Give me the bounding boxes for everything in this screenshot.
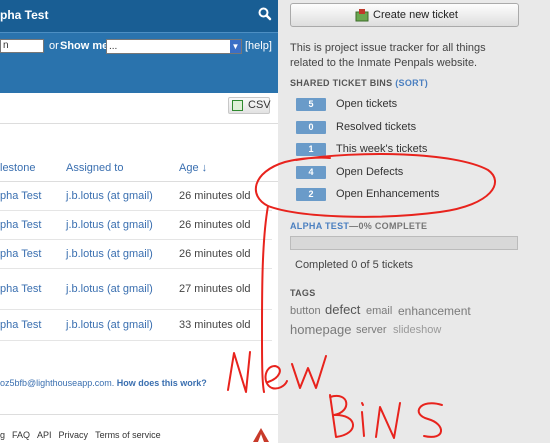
annotation-letter-s (417, 402, 443, 438)
bins-heading-text: SHARED TICKET BINS (290, 78, 393, 88)
footer-link[interactable]: g (0, 430, 5, 440)
table-row[interactable]: pha Test j.b.lotus (at gmail) 26 minutes… (0, 182, 272, 211)
annotation-letter-b (329, 394, 354, 438)
lighthouse-logo-icon (253, 428, 269, 442)
footer-link-terms[interactable]: Terms of service (95, 430, 161, 440)
bin-label[interactable]: Open Defects (336, 166, 403, 178)
project-header-bar: pha Test (0, 0, 278, 32)
bin-label[interactable]: Open tickets (336, 98, 397, 110)
bin-label[interactable]: Open Enhancements (336, 188, 439, 200)
tag-link[interactable]: slideshow (393, 324, 441, 336)
row-assignee[interactable]: j.b.lotus (at gmail) (66, 190, 153, 202)
tag-link[interactable]: homepage (290, 322, 351, 337)
create-ticket-button[interactable]: Create new ticket (290, 3, 519, 27)
ticket-list-panel: pha Test n or Show me: ... ▼ [help] CSV … (0, 0, 278, 443)
row-age: 33 minutes old (179, 319, 251, 331)
column-header-assigned[interactable]: Assigned to (66, 162, 123, 174)
search-input[interactable]: n (0, 39, 44, 53)
bin-label[interactable]: This week's tickets (336, 143, 427, 155)
row-age: 26 minutes old (179, 190, 251, 202)
row-milestone[interactable]: pha Test (0, 283, 41, 295)
show-me-label: Show me: (60, 40, 112, 52)
milestone-progress-bar (290, 236, 518, 250)
column-header-age[interactable]: Age ↓ (179, 162, 207, 174)
tag-link[interactable]: button (290, 305, 321, 317)
row-assignee[interactable]: j.b.lotus (at gmail) (66, 283, 153, 295)
bin-count-badge: 4 (296, 166, 326, 179)
show-me-selected-value: ... (109, 41, 118, 52)
footer-link-faq[interactable]: FAQ (12, 430, 30, 440)
row-milestone[interactable]: pha Test (0, 319, 41, 331)
milestone-status: Completed 0 of 5 tickets (295, 259, 414, 271)
annotation-letter-i (361, 402, 365, 437)
ticket-email-note: oz5bfb@lighthouseapp.com. How does this … (0, 378, 207, 388)
filter-bar: n or Show me: ... ▼ [help] (0, 32, 278, 93)
row-age: 27 minutes old (179, 283, 251, 295)
table-row[interactable]: pha Test j.b.lotus (at gmail) 33 minutes… (0, 310, 272, 341)
row-assignee[interactable]: j.b.lotus (at gmail) (66, 248, 153, 260)
row-age: 26 minutes old (179, 219, 251, 231)
tag-link[interactable]: enhancement (398, 304, 471, 318)
bins-sort-link[interactable]: (SORT) (395, 78, 428, 88)
row-milestone[interactable]: pha Test (0, 190, 41, 202)
row-milestone[interactable]: pha Test (0, 248, 41, 260)
table-row[interactable]: pha Test j.b.lotus (at gmail) 26 minutes… (0, 240, 272, 269)
annotation-letter-n2 (375, 402, 401, 439)
milestone-percent: —0% COMPLETE (349, 221, 428, 231)
bin-count-badge: 1 (296, 143, 326, 156)
show-me-select[interactable]: ... ▼ (106, 39, 242, 54)
shared-ticket-bins-heading: SHARED TICKET BINS (SORT) (290, 78, 428, 88)
project-title[interactable]: pha Test (0, 8, 48, 22)
row-milestone[interactable]: pha Test (0, 219, 41, 231)
csv-export-button[interactable]: CSV (228, 97, 271, 114)
milestone-name-link[interactable]: ALPHA TEST (290, 221, 349, 231)
milestone-heading: ALPHA TEST—0% COMPLETE (290, 221, 427, 231)
annotation-letter-w (291, 355, 327, 389)
chevron-down-icon[interactable]: ▼ (230, 40, 241, 53)
footer-link-privacy[interactable]: Privacy (59, 430, 89, 440)
column-header-milestone[interactable]: lestone (0, 162, 35, 174)
tag-link[interactable]: defect (325, 302, 360, 317)
ticket-add-icon (355, 9, 369, 22)
divider (0, 414, 278, 415)
project-description: This is project issue tracker for all th… (290, 42, 486, 69)
create-ticket-label: Create new ticket (373, 9, 458, 21)
divider (0, 123, 278, 124)
tag-link[interactable]: email (366, 305, 392, 317)
row-assignee[interactable]: j.b.lotus (at gmail) (66, 219, 153, 231)
how-does-this-work-link[interactable]: How does this work? (117, 378, 207, 388)
help-link[interactable]: [help] (245, 40, 272, 52)
table-row[interactable]: pha Test j.b.lotus (at gmail) 26 minutes… (0, 211, 272, 240)
spreadsheet-icon (232, 100, 243, 111)
footer-link-api[interactable]: API (37, 430, 52, 440)
row-age: 26 minutes old (179, 248, 251, 260)
or-text: or (49, 40, 59, 52)
bin-count-badge: 2 (296, 188, 326, 201)
tags-heading: TAGS (290, 288, 316, 298)
tag-link[interactable]: server (356, 324, 387, 336)
annotation-circle-stroke (254, 153, 496, 218)
bin-count-badge: 5 (296, 98, 326, 111)
table-row[interactable]: pha Test j.b.lotus (at gmail) 27 minutes… (0, 269, 272, 310)
csv-label: CSV (248, 99, 271, 111)
ticket-email-address[interactable]: oz5bfb@lighthouseapp.com. (0, 378, 114, 388)
search-icon[interactable] (257, 6, 273, 22)
bin-count-badge: 0 (296, 121, 326, 134)
row-assignee[interactable]: j.b.lotus (at gmail) (66, 319, 153, 331)
footer-links: g FAQ API Privacy Terms of service (0, 430, 168, 440)
bin-label[interactable]: Resolved tickets (336, 121, 416, 133)
